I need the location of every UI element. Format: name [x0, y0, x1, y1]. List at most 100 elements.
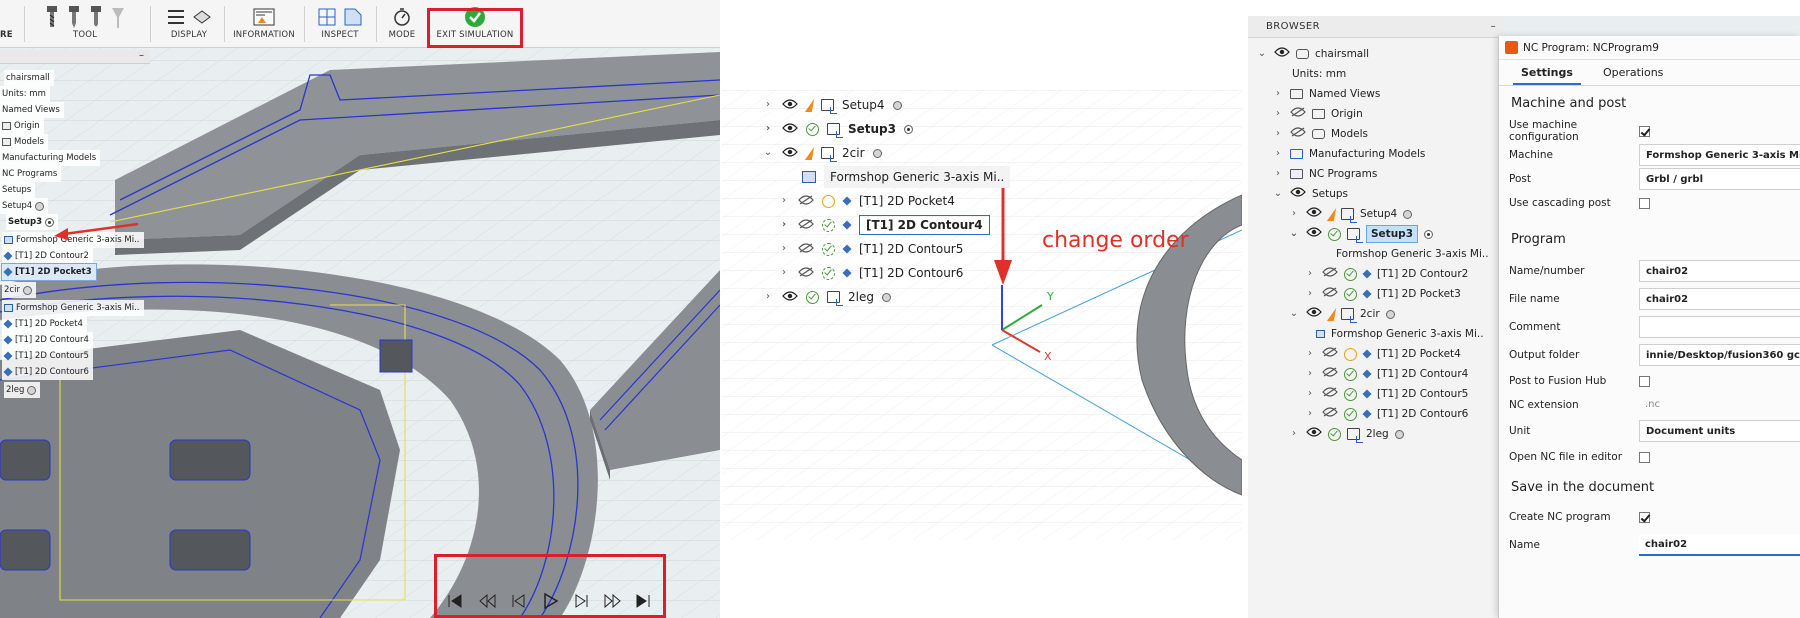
operation-row[interactable]: › [T1] 2D Pocket4 [778, 190, 955, 212]
eye-hidden-icon[interactable] [798, 214, 814, 236]
operation-row[interactable]: Formshop Generic 3-axis Mi.. [802, 166, 1011, 188]
open-nc-in-editor-checkbox[interactable] [1639, 451, 1650, 463]
tree-item[interactable]: [T1] 2D Contour6 [2, 364, 93, 380]
eye-hidden-icon[interactable] [1322, 344, 1338, 364]
output-folder-field[interactable]: innie/Desktop/fusion360 gcode [1639, 344, 1800, 366]
browser-tree-item[interactable]: › [T1] 2D Pocket4 [1304, 344, 1461, 364]
browser-tree-item[interactable]: ⌄ 2cir [1288, 304, 1395, 324]
active-setup-radio[interactable] [892, 100, 902, 110]
toolbar-cut-group[interactable]: RE [0, 4, 22, 46]
chevron-right-icon[interactable]: › [762, 286, 774, 308]
use-machine-config-checkbox[interactable] [1639, 125, 1650, 137]
active-setup-radio[interactable] [872, 148, 882, 158]
browser-tree-item[interactable]: ⌄ Setups [1272, 184, 1348, 204]
tree-item[interactable]: Units: mm [0, 86, 50, 102]
tree-item[interactable]: [T1] 2D Contour2 [2, 248, 93, 264]
browser-tree-item[interactable]: › Setup4 [1288, 204, 1413, 224]
chevron-right-icon[interactable]: › [778, 214, 790, 236]
active-setup-radio[interactable] [22, 285, 32, 295]
tree-item[interactable]: Formshop Generic 3-axis Mi.. [2, 300, 144, 316]
operation-row[interactable]: ⌄ 2cir [762, 142, 882, 164]
chevron-right-icon[interactable]: › [1288, 204, 1300, 224]
eye-icon[interactable] [1274, 44, 1290, 64]
inspect-menu[interactable]: INSPECT [312, 4, 368, 46]
tool-menu[interactable]: TOOL [30, 4, 140, 46]
eye-hidden-icon[interactable] [798, 190, 814, 212]
tree-item[interactable]: Setups [0, 182, 36, 198]
eye-hidden-icon[interactable] [1322, 384, 1338, 404]
eye-icon[interactable] [1290, 184, 1306, 204]
information-menu[interactable]: INFORMATION [230, 4, 298, 46]
tree-item[interactable]: NC Programs [0, 166, 62, 182]
tree-item[interactable]: Origin [0, 118, 44, 134]
eye-icon[interactable] [1306, 304, 1322, 324]
browser-tree-item[interactable]: Units: mm [1292, 64, 1346, 84]
browser-tree-item[interactable]: ⌄ chairsmall [1256, 44, 1369, 64]
active-setup-radio[interactable] [1424, 229, 1433, 239]
chevron-right-icon[interactable]: › [1304, 284, 1316, 304]
eye-hidden-icon[interactable] [1322, 264, 1338, 284]
tree-item[interactable]: Manufacturing Models [0, 150, 101, 166]
active-setup-radio[interactable] [1394, 429, 1404, 439]
eye-icon[interactable] [1306, 204, 1322, 224]
eye-hidden-icon[interactable] [1322, 284, 1338, 304]
chevron-down-icon[interactable]: ⌄ [1256, 44, 1268, 64]
eye-hidden-icon[interactable] [798, 262, 814, 284]
display-menu[interactable]: DISPLAY [160, 4, 218, 46]
browser-tree-item[interactable]: › [T1] 2D Contour5 [1304, 384, 1468, 404]
tab-operations[interactable]: Operations [1603, 60, 1663, 85]
tree-item[interactable]: chairsmall [4, 70, 54, 86]
active-setup-radio[interactable] [904, 124, 913, 134]
operation-row[interactable]: › 2leg [762, 286, 891, 308]
active-setup-radio[interactable] [1403, 209, 1413, 219]
operation-row[interactable]: › [T1] 2D Contour4 [778, 214, 990, 236]
tree-item[interactable]: Setup4 [0, 198, 49, 214]
browser-tree-item[interactable]: › NC Programs [1272, 164, 1377, 184]
chevron-right-icon[interactable]: › [778, 238, 790, 260]
eye-icon[interactable] [782, 94, 798, 116]
eye-icon[interactable] [782, 142, 798, 164]
post-field[interactable]: Grbl / grbl [1639, 168, 1800, 190]
chevron-down-icon[interactable]: ⌄ [762, 142, 774, 164]
chevron-down-icon[interactable]: ⌄ [1288, 224, 1300, 244]
chevron-right-icon[interactable]: › [762, 94, 774, 116]
browser-tree-item[interactable]: › [T1] 2D Pocket3 [1304, 284, 1461, 304]
browser-tree-item[interactable]: › Models [1272, 124, 1368, 144]
chevron-right-icon[interactable]: › [778, 262, 790, 284]
browser-tree-item[interactable]: Formshop Generic 3-axis Mi.. [1336, 244, 1489, 264]
chevron-right-icon[interactable]: › [1272, 144, 1284, 164]
active-setup-radio[interactable] [1385, 309, 1395, 319]
eye-hidden-icon[interactable] [1290, 124, 1306, 144]
browser-tree-item[interactable]: › Named Views [1272, 84, 1380, 104]
tree-item[interactable]: [T1] 2D Pocket3 [1, 263, 97, 281]
chevron-right-icon[interactable]: › [1304, 404, 1316, 424]
tree-item[interactable]: [T1] 2D Pocket4 [2, 316, 87, 332]
chevron-right-icon[interactable]: › [1304, 384, 1316, 404]
eye-icon[interactable] [782, 118, 798, 140]
mode-menu[interactable]: MODE [382, 4, 422, 46]
browser-tree-item[interactable]: Formshop Generic 3-axis Mi.. [1316, 324, 1484, 344]
tab-settings[interactable]: Settings [1513, 60, 1581, 85]
chevron-right-icon[interactable]: › [1272, 124, 1284, 144]
tree-item[interactable]: Named Views [0, 102, 64, 118]
eye-icon[interactable] [1306, 424, 1322, 444]
create-nc-program-checkbox[interactable] [1639, 511, 1650, 523]
name-field[interactable]: chair02 [1639, 534, 1800, 556]
eye-hidden-icon[interactable] [798, 238, 814, 260]
minimize-button[interactable]: – [139, 50, 144, 61]
chevron-right-icon[interactable]: › [1288, 424, 1300, 444]
eye-hidden-icon[interactable] [1322, 364, 1338, 384]
chevron-right-icon[interactable]: › [1272, 164, 1284, 184]
chevron-right-icon[interactable]: › [778, 190, 790, 212]
comment-field[interactable] [1639, 316, 1800, 338]
eye-hidden-icon[interactable] [1322, 404, 1338, 424]
active-setup-radio[interactable] [27, 385, 37, 395]
active-setup-radio[interactable] [35, 201, 45, 211]
chevron-right-icon[interactable]: › [762, 118, 774, 140]
eye-icon[interactable] [782, 286, 798, 308]
chevron-right-icon[interactable]: › [1304, 364, 1316, 384]
chevron-down-icon[interactable]: ⌄ [1272, 184, 1284, 204]
use-cascading-post-checkbox[interactable] [1639, 197, 1650, 209]
browser-tree-item[interactable]: › [T1] 2D Contour6 [1304, 404, 1468, 424]
tree-item[interactable]: 2leg [4, 382, 41, 398]
